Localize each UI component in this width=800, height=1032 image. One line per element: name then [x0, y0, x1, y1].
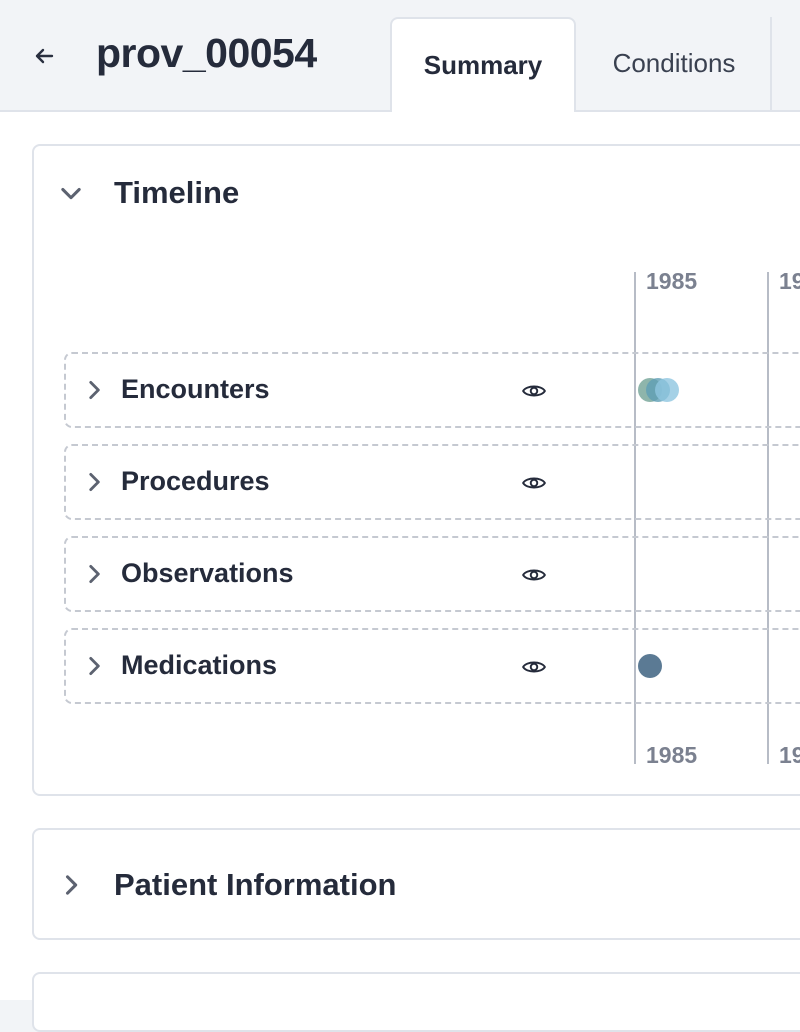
timeline-title: Timeline [114, 175, 240, 210]
patient-information-panel-header[interactable]: Patient Information [34, 830, 800, 938]
page-title: prov_00054 [96, 30, 317, 76]
timeline-panel-header[interactable]: Timeline [34, 146, 800, 240]
top-header: prov_00054 Summary Conditions [0, 0, 800, 112]
tab-summary[interactable]: Summary [390, 17, 576, 112]
patient-information-panel: Patient Information [32, 828, 800, 940]
chevron-right-icon[interactable] [80, 376, 108, 404]
chevron-right-icon[interactable] [80, 652, 108, 680]
timeline-row-encounters[interactable]: Encounters [64, 352, 800, 428]
chevron-right-icon[interactable] [80, 560, 108, 588]
next-panel [32, 972, 800, 1032]
timeline-row-observations[interactable]: Observations [64, 536, 800, 612]
encounter-event-dot[interactable] [655, 378, 679, 402]
row-label-medications: Medications [121, 650, 278, 680]
axis-year-label-top-partial: 19 [779, 268, 800, 294]
chevron-right-icon[interactable] [80, 468, 108, 496]
arrow-left-icon [35, 48, 54, 64]
tab-divider [770, 17, 772, 110]
medication-event-dot[interactable] [638, 654, 662, 678]
axis-year-label-top: 1985 [646, 268, 698, 294]
axis-year-label-bottom: 1985 [646, 742, 698, 768]
eye-icon[interactable] [519, 652, 549, 682]
patient-information-title: Patient Information [114, 867, 397, 902]
row-label-procedures: Procedures [121, 466, 270, 496]
chevron-right-icon[interactable] [56, 870, 86, 900]
chevron-down-icon[interactable] [56, 178, 86, 208]
eye-icon[interactable] [519, 560, 549, 590]
timeline-row-medications[interactable]: Medications [64, 628, 800, 704]
eye-icon[interactable] [519, 376, 549, 406]
tab-conditions[interactable]: Conditions [578, 17, 770, 110]
axis-year-label-bottom-partial: 19 [779, 742, 800, 768]
timeline-row-procedures[interactable]: Procedures [64, 444, 800, 520]
eye-icon[interactable] [519, 468, 549, 498]
row-label-observations: Observations [121, 558, 294, 588]
back-button[interactable] [26, 38, 62, 74]
row-label-encounters: Encounters [121, 374, 270, 404]
